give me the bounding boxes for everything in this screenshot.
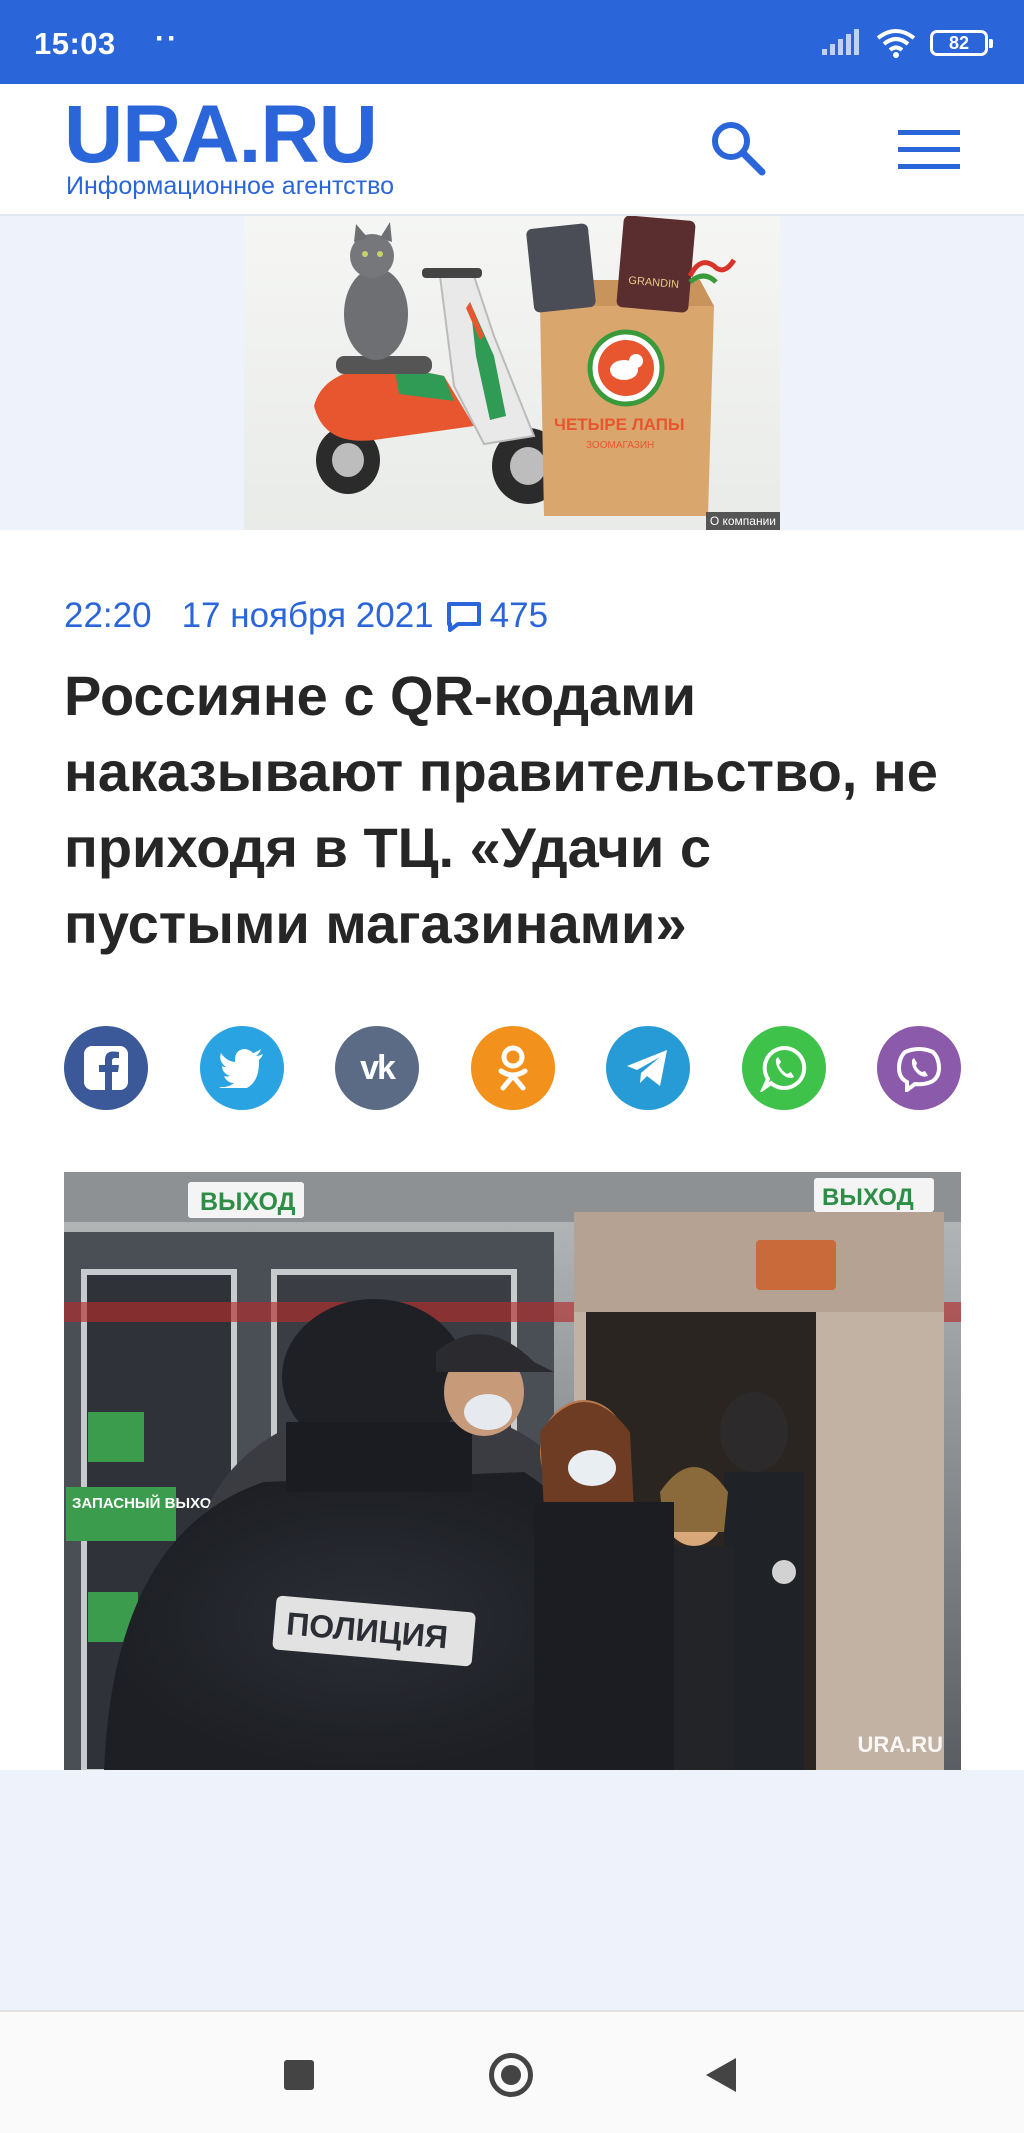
share-viber-button[interactable] xyxy=(877,1026,961,1110)
odnoklassniki-icon xyxy=(498,1045,527,1091)
telegram-icon xyxy=(627,1050,667,1086)
photo-illustration: ВЫХОД ВЫХОД ЗАПАСНЫЙ ВЫХОД ПОЛИЦИЯ xyxy=(64,1172,961,1770)
comments-count[interactable]: 475 xyxy=(490,596,548,636)
viber-icon xyxy=(896,1047,942,1092)
signal-icon xyxy=(822,29,859,55)
share-buttons: vk xyxy=(64,1026,961,1110)
battery-icon: 82 xyxy=(930,30,993,56)
share-twitter-button[interactable] xyxy=(199,1026,284,1110)
ad-illustration: GRANDIN ЧЕТЫРЕ ЛАПЫ ЗООМАГАЗИН xyxy=(314,216,737,516)
ad-brand: ЧЕТЫРЕ ЛАПЫ xyxy=(554,415,685,434)
wifi-icon xyxy=(876,29,916,58)
article-headline: Россияне с QR-кодами наказывают правител… xyxy=(64,664,938,955)
recent-apps-icon[interactable] xyxy=(284,2060,314,2090)
share-odnoklassniki-button[interactable] xyxy=(470,1026,555,1110)
search-icon[interactable] xyxy=(706,116,770,180)
site-logo[interactable]: URA.RU xyxy=(64,94,378,176)
share-telegram-button[interactable] xyxy=(606,1026,690,1110)
ad-strip: GRANDIN ЧЕТЫРЕ ЛАПЫ ЗООМАГАЗИН О компани… xyxy=(0,216,1024,530)
ad-banner[interactable]: GRANDIN ЧЕТЫРЕ ЛАПЫ ЗООМАГАЗИН О компани… xyxy=(244,216,780,530)
site-header: URA.RU Информационное агентство xyxy=(0,84,1024,216)
back-icon[interactable] xyxy=(706,2058,736,2092)
exit-sign-left: ВЫХОД xyxy=(200,1188,296,1216)
share-facebook-button[interactable] xyxy=(64,1026,148,1110)
article-date: 17 ноября 2021 xyxy=(181,596,434,635)
home-icon[interactable] xyxy=(489,2053,533,2097)
photo-watermark: URA.RU xyxy=(857,1732,943,1757)
site-tagline: Информационное агентство xyxy=(66,172,395,200)
battery-level: 82 xyxy=(948,32,970,53)
comments-icon[interactable] xyxy=(446,600,482,632)
article-meta: 22:20 17 ноября 2021 475 xyxy=(64,596,548,636)
status-bar: 15:03 ·· 82 xyxy=(0,0,1024,84)
system-icons: 82 xyxy=(822,28,993,58)
share-whatsapp-button[interactable] xyxy=(741,1026,826,1110)
hamburger-menu-icon[interactable] xyxy=(898,128,960,172)
ad-credit[interactable]: О компании xyxy=(705,512,780,530)
system-nav-bar xyxy=(0,2010,1024,2133)
notification-dots: ·· xyxy=(155,22,179,55)
article: 22:20 17 ноября 2021 475 Россияне с QR-к… xyxy=(0,530,1024,1770)
twitter-icon xyxy=(218,1049,263,1088)
status-time: 15:03 xyxy=(34,26,116,61)
exit-sign-right: ВЫХОД xyxy=(822,1184,914,1211)
article-photo[interactable]: ВЫХОД ВЫХОД ЗАПАСНЫЙ ВЫХОД ПОЛИЦИЯ URA.R… xyxy=(64,1172,961,1770)
vk-icon: vk xyxy=(360,1048,396,1087)
share-vk-button[interactable]: vk xyxy=(335,1026,419,1110)
facebook-icon xyxy=(84,1046,128,1090)
article-time: 22:20 xyxy=(64,596,152,635)
whatsapp-icon xyxy=(759,1045,806,1092)
emergency-exit-sign: ЗАПАСНЫЙ ВЫХОД xyxy=(72,1494,222,1512)
ad-brand-sub: ЗООМАГАЗИН xyxy=(586,440,654,451)
